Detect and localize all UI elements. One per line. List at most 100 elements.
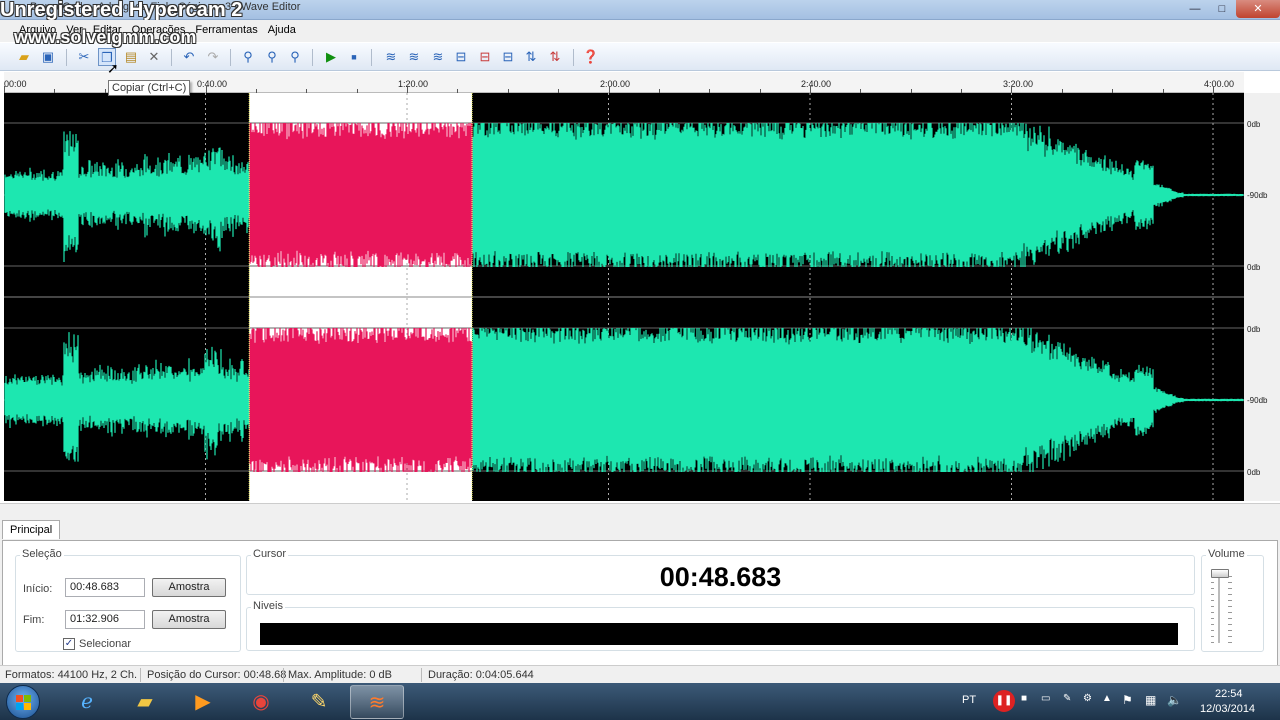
mouse-cursor-icon: ➚ xyxy=(107,60,119,76)
help-icon[interactable]: ❓ xyxy=(582,48,600,66)
close-button[interactable]: ✕ xyxy=(1236,0,1280,18)
paint-icon[interactable]: ✎ xyxy=(292,685,346,719)
chrome-icon[interactable]: ◉ xyxy=(234,685,288,719)
copy-tooltip: Copiar (Ctrl+C) xyxy=(108,80,191,96)
fade-in-icon[interactable]: ≋ xyxy=(429,48,447,66)
db-label-top-2: 0db xyxy=(1247,325,1261,334)
volume-slider-thumb[interactable] xyxy=(1211,569,1229,578)
flag-icon[interactable]: ⚑ xyxy=(1122,693,1133,707)
waveform-view[interactable] xyxy=(4,93,1244,501)
language-indicator[interactable]: PT xyxy=(962,694,976,706)
volume-icon[interactable]: 🔈 xyxy=(1167,693,1182,707)
tab-principal[interactable]: Principal xyxy=(2,520,61,539)
menu-ferramentas[interactable]: Ferramentas xyxy=(190,20,262,42)
minimize-button[interactable]: — xyxy=(1182,0,1208,18)
recorder-stop-icon[interactable]: ■ xyxy=(1021,693,1027,704)
cursor-group: Cursor 00:48.683 xyxy=(246,548,1195,595)
ruler-label-5: 3:20.00 xyxy=(1003,79,1034,89)
ruler-label-0: 00:00 xyxy=(4,79,27,89)
wave-editor-icon[interactable]: ≋ xyxy=(350,685,404,719)
cursor-time: 00:48.683 xyxy=(659,562,782,592)
recorder-window-icon[interactable]: ▭ xyxy=(1041,693,1050,704)
selecionar-label: Selecionar xyxy=(79,638,131,650)
ruler-tick xyxy=(407,86,408,93)
invert-icon[interactable]: ⇅ xyxy=(522,48,540,66)
recorder-options-icon[interactable]: ✎ xyxy=(1063,693,1071,704)
watermark-line1: Unregistered Hypercam 2 xyxy=(0,0,243,21)
inicio-amostra-button[interactable]: Amostra xyxy=(152,578,226,597)
zoom-out-icon[interactable]: ⚲ xyxy=(286,48,304,66)
ruler-tick xyxy=(1213,86,1214,93)
selecionar-checkbox[interactable]: ✓ xyxy=(63,638,75,650)
level-meter xyxy=(260,623,1178,645)
selected-waveform-path xyxy=(249,123,473,267)
amplify-icon[interactable]: ≋ xyxy=(382,48,400,66)
volume-title: Volume xyxy=(1206,548,1247,560)
recorder-settings-icon[interactable]: ⚙ xyxy=(1083,693,1092,704)
maximize-button[interactable]: □ xyxy=(1209,0,1235,18)
volume-group: Volume xyxy=(1201,548,1264,652)
status-duracao: Duração: 0:04:05.644 xyxy=(428,669,534,681)
tray-expand-icon[interactable]: ▲ xyxy=(1102,693,1112,704)
ie-icon[interactable]: ℯ xyxy=(60,685,114,719)
recorder-pause-icon[interactable]: ❚❚ xyxy=(993,690,1015,712)
clock-date[interactable]: 12/03/2014 xyxy=(1200,703,1255,715)
inicio-label: Início: xyxy=(23,583,53,595)
waveform-channel xyxy=(4,123,1244,267)
folder-icon[interactable]: ▰ xyxy=(118,685,172,719)
ruler-tick xyxy=(609,86,610,93)
ruler-label-1: 0:40.00 xyxy=(197,79,228,89)
status-formatos: Formatos: 44100 Hz, 2 Ch. xyxy=(5,669,138,681)
start-button[interactable] xyxy=(6,685,40,719)
selecao-title: Seleção xyxy=(20,548,64,560)
reverse-icon[interactable]: ⊟ xyxy=(499,48,517,66)
ruler-label-4: 2:40.00 xyxy=(801,79,832,89)
echo-icon[interactable]: ⇅ xyxy=(546,48,564,66)
db-label-bot-2: 0db xyxy=(1247,468,1261,477)
paste-icon[interactable]: ▤ xyxy=(122,48,140,66)
ruler-tick xyxy=(1011,86,1012,93)
waveform-path xyxy=(4,328,1244,472)
play-icon[interactable]: ▶ xyxy=(322,48,340,66)
ruler-label-2: 1:20.00 xyxy=(398,79,429,89)
fade-out-icon[interactable]: ⊟ xyxy=(452,48,470,66)
undo-icon[interactable]: ↶ xyxy=(180,48,198,66)
media-player-icon[interactable]: ▶ xyxy=(176,685,230,719)
status-posicao: Posição do Cursor: 00:48.68 xyxy=(147,669,287,681)
taskbar: ℯ ▰ ▶ ◉ ✎ ≋ PT ❚❚ ■ ▭ ✎ ⚙ ▲ ⚑ ▦ 🔈 22:54 … xyxy=(0,683,1280,720)
delete-icon[interactable]: ✕ xyxy=(145,48,163,66)
open-icon[interactable]: ▰ xyxy=(15,48,33,66)
fim-field[interactable]: 01:32.906 xyxy=(65,610,145,629)
waveform-canvas[interactable] xyxy=(4,93,1244,501)
selected-waveform-path xyxy=(249,328,473,472)
ruler-label-6: 4:00.00 xyxy=(1204,79,1235,89)
save-icon[interactable]: ▣ xyxy=(39,48,57,66)
zoom-in-icon[interactable]: ⚲ xyxy=(263,48,281,66)
status-bar: Formatos: 44100 Hz, 2 Ch. Posição do Cur… xyxy=(0,665,1280,683)
redo-icon[interactable]: ↷ xyxy=(204,48,222,66)
cut-icon[interactable]: ✂ xyxy=(75,48,93,66)
menu-ajuda[interactable]: Ajuda xyxy=(263,20,301,42)
db-label-mid-1: -90db xyxy=(1247,191,1268,200)
ruler-tick xyxy=(4,86,5,93)
waveform-channel xyxy=(4,328,1244,472)
inicio-field[interactable]: 00:48.683 xyxy=(65,578,145,597)
ruler-tick xyxy=(206,86,207,93)
niveis-title: Niveis xyxy=(251,600,285,612)
system-tray: PT ❚❚ ■ ▭ ✎ ⚙ ▲ ⚑ ▦ 🔈 22:54 12/03/2014 xyxy=(955,683,1280,720)
volume-slider-track[interactable] xyxy=(1218,578,1220,643)
ruler-tick xyxy=(810,86,811,93)
stop-icon[interactable]: ■ xyxy=(345,48,363,66)
waveform-path xyxy=(4,123,1244,267)
clock-time[interactable]: 22:54 xyxy=(1215,688,1243,700)
zoom-icon[interactable]: ⚲ xyxy=(239,48,257,66)
fim-amostra-button[interactable]: Amostra xyxy=(152,610,226,629)
principal-panel: Seleção Início: 00:48.683 Amostra Fim: 0… xyxy=(2,540,1278,666)
db-label-mid-2: -90db xyxy=(1247,396,1268,405)
normalize-icon[interactable]: ≋ xyxy=(405,48,423,66)
status-amplitude: Max. Amplitude: 0 dB xyxy=(288,669,392,681)
selecao-group: Seleção Início: 00:48.683 Amostra Fim: 0… xyxy=(15,548,241,652)
niveis-group: Niveis xyxy=(246,600,1195,651)
network-icon[interactable]: ▦ xyxy=(1145,693,1156,707)
silence-icon[interactable]: ⊟ xyxy=(476,48,494,66)
